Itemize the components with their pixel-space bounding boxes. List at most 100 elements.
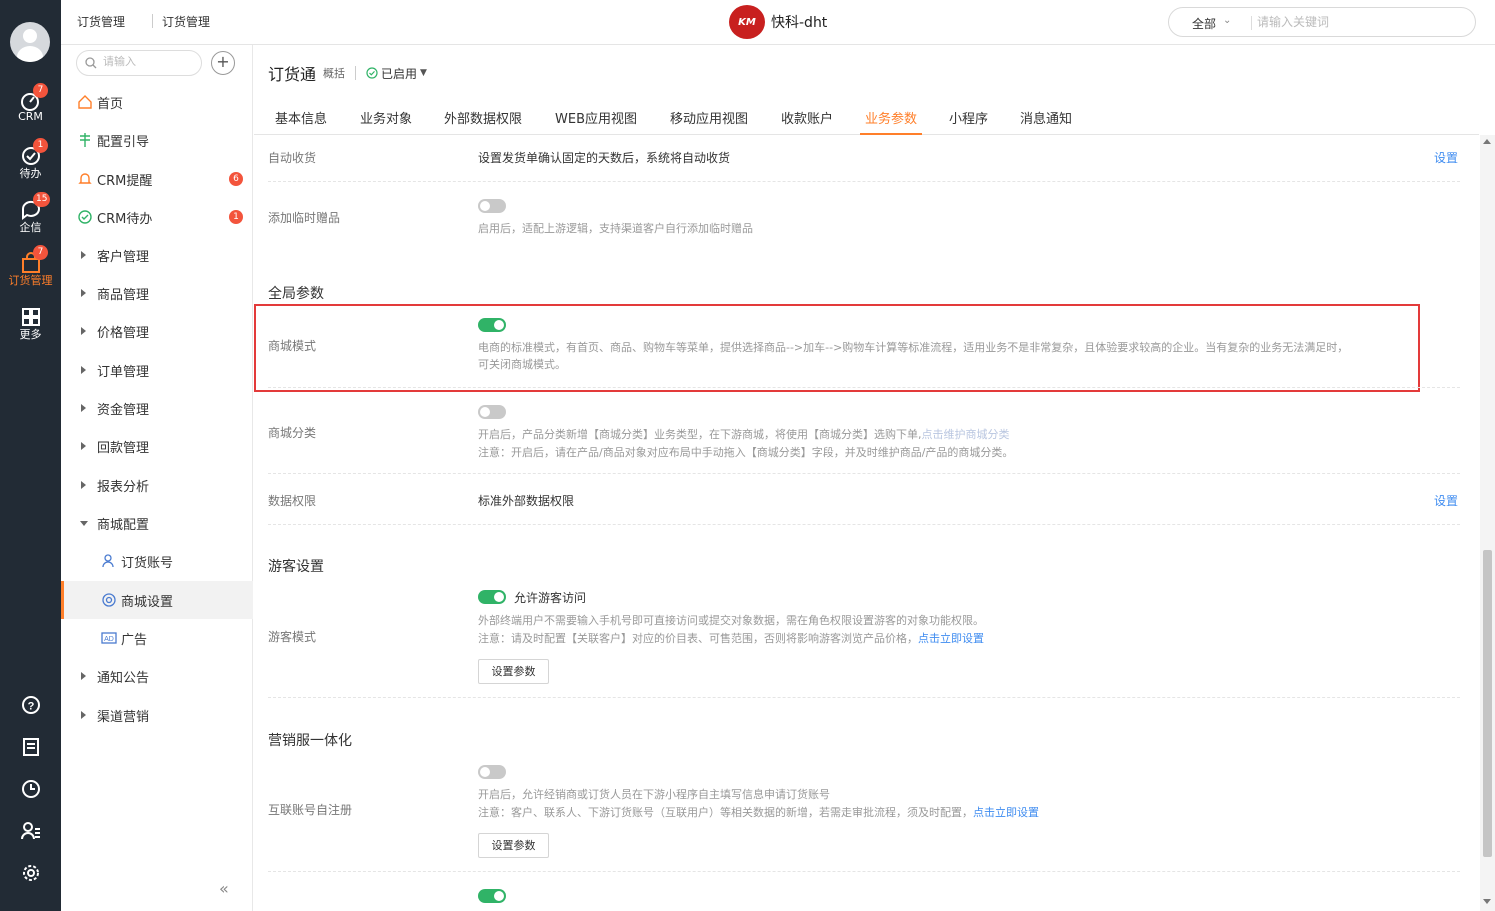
sidebar-item-funds[interactable]: 资金管理 [61, 389, 253, 427]
tab-basic-info[interactable]: 基本信息 [275, 108, 327, 127]
history-button[interactable] [0, 774, 61, 804]
tab-mini-program[interactable]: 小程序 [949, 108, 988, 127]
scroll-up-icon[interactable] [1483, 139, 1491, 144]
sidebar-item-prices[interactable]: 价格管理 [61, 312, 253, 350]
search-scope-select[interactable]: 全部 [1192, 15, 1216, 32]
sidebar-item-guide[interactable]: 配置引导 [61, 121, 253, 159]
tab-business-objects[interactable]: 业务对象 [360, 108, 412, 127]
menu-search-input[interactable] [103, 55, 193, 68]
tab-bar: 基本信息 业务对象 外部数据权限 WEB应用视图 移动应用视图 收款账户 业务参… [254, 100, 1479, 135]
mall-mode-label: 商城模式 [268, 339, 317, 353]
guest-mode-toggle[interactable] [478, 590, 506, 604]
interconnect-toggle[interactable] [478, 765, 506, 779]
sidebar-item-products[interactable]: 商品管理 [61, 274, 253, 312]
divider [268, 473, 1460, 474]
caret-right-icon [81, 366, 86, 374]
tab-payment-accounts[interactable]: 收款账户 [781, 108, 833, 127]
sidebar-item-crm-reminder[interactable]: CRM提醒 6 [61, 160, 253, 198]
settings-button[interactable] [0, 858, 61, 888]
rail-label: 企信 [19, 221, 42, 234]
rail-badge: 1 [33, 138, 48, 153]
sidebar-item-payments[interactable]: 回款管理 [61, 427, 253, 465]
rail-item-todo[interactable]: 1 待办 [0, 138, 61, 189]
breadcrumb-divider [152, 14, 153, 28]
rail-item-crm[interactable]: 7 CRM [0, 83, 61, 134]
notes-button[interactable] [0, 732, 61, 762]
mall-category-desc: 开启后，产品分类新增【商城分类】业务类型，在下游商城，将使用【商城分类】选购下单… [478, 426, 1010, 443]
divider [268, 871, 1460, 872]
home-icon [78, 95, 92, 109]
scroll-down-icon[interactable] [1483, 899, 1491, 904]
tab-business-params[interactable]: 业务参数 [859, 108, 923, 135]
sidebar-item-label: 资金管理 [97, 402, 150, 418]
add-button[interactable]: + [211, 51, 235, 75]
collapse-sidebar-icon[interactable]: « [219, 879, 229, 898]
mall-mode-toggle[interactable] [478, 318, 506, 332]
auto-receive-settings-link[interactable]: 设置 [1434, 149, 1458, 166]
data-perm-settings-link[interactable]: 设置 [1434, 492, 1458, 509]
guest-mode-note-text: 注意：请及时配置【关联客户】对应的价目表、可售范围，否则将影响游客浏览产品价格， [478, 632, 918, 645]
sidebar-item-home[interactable]: 首页 [61, 83, 253, 121]
sidebar-item-label: 商城配置 [97, 517, 150, 533]
search-divider [1251, 16, 1252, 30]
interconnect-params-button[interactable]: 设置参数 [478, 833, 549, 858]
sidebar-item-customers[interactable]: 客户管理 [61, 236, 253, 274]
sidebar-item-mall-settings[interactable]: 商城设置 [61, 581, 253, 619]
sidebar-item-orders[interactable]: 订单管理 [61, 351, 253, 389]
search-icon [85, 57, 97, 69]
rail-label: 待办 [19, 167, 42, 180]
clock-icon [21, 780, 40, 798]
tab-external-data-perm[interactable]: 外部数据权限 [444, 108, 522, 127]
interconnect-note-text: 注意：客户、联系人、下游订货账号（互联用户）等相关数据的新增，若需走审批流程，须… [478, 806, 973, 819]
rail-item-chat[interactable]: 15 企信 [0, 192, 61, 243]
sidebar-item-mall-config[interactable]: 商城配置 [61, 504, 253, 542]
sidebar-item-label: 通知公告 [97, 670, 150, 686]
interconnect-setup-link[interactable]: 点击立即设置 [973, 806, 1039, 819]
vertical-scrollbar[interactable] [1480, 135, 1495, 911]
gear-icon [22, 865, 39, 881]
breadcrumb-page[interactable]: 订货管理 [162, 13, 210, 30]
check-circle-icon [78, 210, 92, 224]
guest-params-button[interactable]: 设置参数 [478, 659, 549, 684]
sidebar-item-channel-marketing[interactable]: 渠道营销 [61, 696, 253, 734]
sidebar-item-label: 报表分析 [97, 479, 150, 495]
sidebar-item-reports[interactable]: 报表分析 [61, 466, 253, 504]
count-badge: 6 [229, 172, 243, 186]
rail-item-order[interactable]: 7 订货管理 [0, 245, 61, 296]
search-input[interactable] [1257, 13, 1457, 31]
mall-category-toggle[interactable] [478, 405, 506, 419]
caret-right-icon [81, 711, 86, 719]
app-window: 7 CRM 1 待办 15 企信 7 订货管理 更多 ? 订货管理 订货管理 K… [0, 0, 1495, 911]
mall-mode-desc: 电商的标准模式，有首页、商品、购物车等菜单，提供选择商品-->加车-->购物车计… [478, 341, 1349, 354]
sidebar-item-label: 广告 [121, 632, 148, 648]
temp-gift-toggle[interactable] [478, 199, 506, 213]
interconnect-note: 注意：客户、联系人、下游订货账号（互联用户）等相关数据的新增，若需走审批流程，须… [478, 804, 1039, 821]
chevron-down-icon[interactable]: ⌄ [1223, 15, 1231, 26]
status-dropdown[interactable]: 已启用 ▼ [366, 65, 427, 82]
tab-notifications[interactable]: 消息通知 [1020, 108, 1072, 127]
contacts-button[interactable] [0, 816, 61, 846]
sidebar-item-crm-todo[interactable]: CRM待办 1 [61, 198, 253, 236]
help-button[interactable]: ? [0, 690, 61, 720]
sidebar-item-label: 配置引导 [97, 134, 150, 150]
guest-setup-link[interactable]: 点击立即设置 [918, 632, 984, 645]
count-badge: 1 [229, 210, 243, 224]
breadcrumb-app[interactable]: 订货管理 [77, 13, 125, 30]
caret-right-icon [81, 251, 86, 259]
menu-search [76, 50, 202, 76]
avatar[interactable] [10, 22, 50, 62]
divider [268, 697, 1460, 698]
tab-web-view[interactable]: WEB应用视图 [555, 108, 637, 127]
rail-item-more[interactable]: 更多 [0, 302, 61, 350]
page-subtitle: 概括 [323, 67, 346, 80]
grid-icon [21, 308, 40, 326]
sidebar-item-order-accounts[interactable]: 订货账号 [61, 542, 253, 580]
sidebar-item-notices[interactable]: 通知公告 [61, 657, 253, 695]
main-content: 订货通 概括 已启用 ▼ 基本信息 业务对象 外部数据权限 WEB应用视图 移动… [254, 45, 1495, 911]
mall-mode-desc-2: 可关闭商城模式。 [478, 358, 566, 371]
sidebar-item-ads[interactable]: AD 广告 [61, 619, 253, 657]
maintain-category-link[interactable]: 点击维护商城分类 [922, 428, 1010, 441]
tab-mobile-view[interactable]: 移动应用视图 [670, 108, 748, 127]
next-setting-toggle[interactable] [478, 889, 506, 903]
scrollbar-thumb[interactable] [1483, 550, 1492, 857]
